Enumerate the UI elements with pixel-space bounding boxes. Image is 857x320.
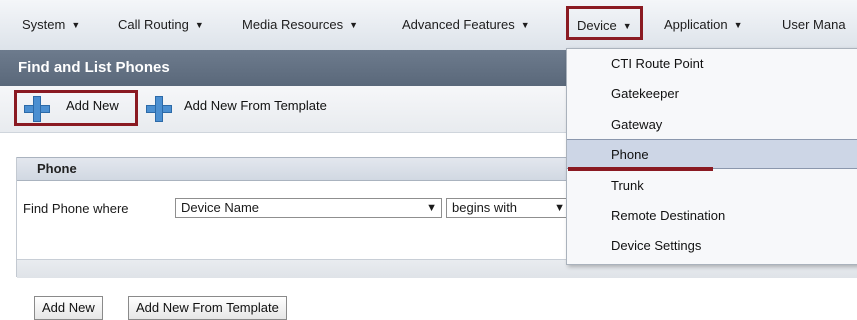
chevron-down-icon: ▼ xyxy=(426,202,437,214)
add-new-button[interactable]: Add New xyxy=(34,296,103,320)
top-menubar: System ▼ Call Routing ▼ Media Resources ▼ A… xyxy=(0,0,857,51)
menu-user-management[interactable]: User Mana xyxy=(782,12,846,38)
menu-item-phone[interactable]: Phone xyxy=(567,139,857,169)
menu-item-gatekeeper[interactable]: Gatekeeper xyxy=(567,79,857,109)
chevron-down-icon: ▼ xyxy=(349,20,359,30)
section-title: Phone xyxy=(37,161,77,176)
menu-system[interactable]: System ▼ xyxy=(22,12,80,38)
find-phone-label: Find Phone where xyxy=(23,201,129,216)
menu-item-device-settings[interactable]: Device Settings xyxy=(567,231,857,261)
device-dropdown-menu: CTI Route Point Gatekeeper Gateway Phone… xyxy=(566,48,857,265)
chevron-down-icon: ▼ xyxy=(554,202,565,214)
add-plus-icon[interactable] xyxy=(24,96,50,122)
menu-media-resources[interactable]: Media Resources ▼ xyxy=(242,12,358,38)
chevron-down-icon: ▼ xyxy=(733,20,743,30)
chevron-down-icon: ▼ xyxy=(622,21,632,31)
menu-application[interactable]: Application ▼ xyxy=(664,12,743,38)
menu-item-gateway[interactable]: Gateway xyxy=(567,110,857,140)
menu-item-cti-route-point[interactable]: CTI Route Point xyxy=(567,49,857,79)
menu-item-trunk[interactable]: Trunk xyxy=(567,171,857,201)
add-new-from-template-link[interactable]: Add New From Template xyxy=(184,98,327,113)
menu-call-routing[interactable]: Call Routing ▼ xyxy=(118,12,204,38)
menu-item-remote-destination[interactable]: Remote Destination xyxy=(567,201,857,231)
page-title: Find and List Phones xyxy=(18,59,170,76)
add-new-link[interactable]: Add New xyxy=(66,98,119,113)
chevron-down-icon: ▼ xyxy=(520,20,530,30)
menu-device[interactable]: Device ▼ xyxy=(566,6,643,40)
search-operator-select[interactable]: begins with ▼ xyxy=(446,198,570,218)
add-template-plus-icon[interactable] xyxy=(146,96,172,122)
add-new-from-template-button[interactable]: Add New From Template xyxy=(128,296,287,320)
chevron-down-icon: ▼ xyxy=(71,20,81,30)
menu-advanced-features[interactable]: Advanced Features ▼ xyxy=(402,12,530,38)
chevron-down-icon: ▼ xyxy=(194,20,204,30)
search-field-select[interactable]: Device Name ▼ xyxy=(175,198,442,218)
